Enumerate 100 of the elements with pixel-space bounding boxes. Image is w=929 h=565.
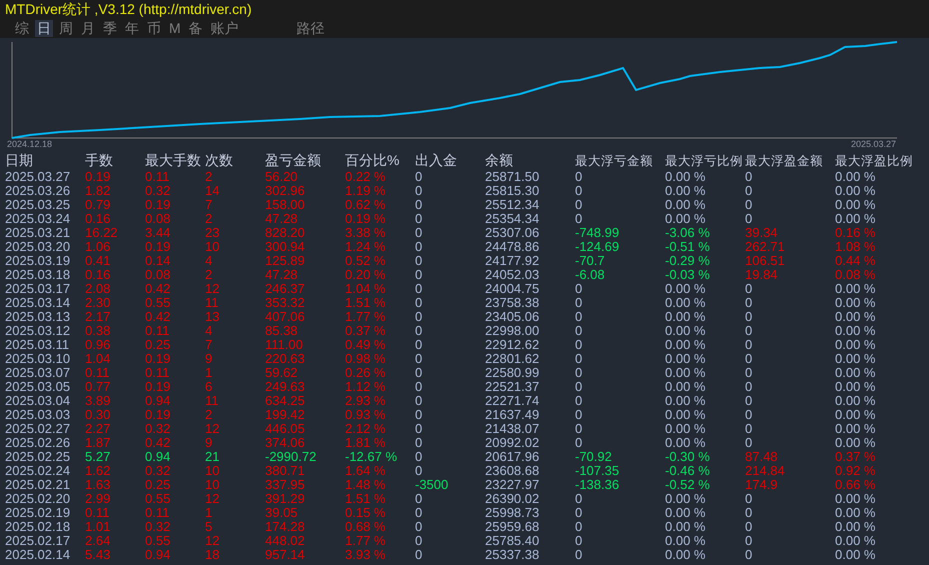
table-cell: 1 [205,365,212,380]
table-cell: 87.48 [745,449,778,464]
table-cell: 0.00 % [665,281,706,296]
tab[interactable]: 备 [186,20,205,37]
table-cell: 0 [575,197,582,212]
tab[interactable]: 日 [35,20,53,37]
table-cell: 22271.74 [485,393,540,408]
table-cell: -0.03 % [665,267,710,282]
axis-label: 2024.12.18 [7,139,52,149]
table-cell: 19.84 [745,267,778,282]
table-cell: 111.00 [265,337,303,352]
table-cell: 23227.97 [485,477,540,492]
tab[interactable]: 路径 [294,20,327,37]
table-cell: 448.02 [265,533,305,548]
table-cell: 0.42 [145,281,170,296]
table-cell: 2025.03.10 [5,351,70,366]
table-cell: 2025.02.19 [5,505,70,520]
table-cell: 0.38 [85,323,110,338]
table-cell: 0 [415,351,422,366]
table-cell: 2025.03.14 [5,295,70,310]
table-cell: 10 [205,463,220,478]
tab[interactable]: 币 [145,20,163,37]
table-cell: 0.79 [85,197,110,212]
table-cell: 0 [745,337,752,352]
table-cell: 7 [205,337,212,352]
table-cell: 0 [745,519,752,534]
table-cell: 0.25 [145,337,170,352]
table-cell: 3.38 % [345,225,386,240]
table-cell: 0.11 [145,505,170,520]
column-header: 最大浮盈金额 [745,154,823,168]
column-header: 余额 [485,152,513,168]
table-cell: 56.20 [265,169,298,184]
tab[interactable]: 周 [57,20,75,37]
table-cell: 0 [745,183,752,198]
table-cell: 634.25 [265,393,305,408]
table-cell: 0.00 % [835,491,876,506]
table-cell: -0.29 % [665,253,710,268]
table-cell: 0.42 [145,309,170,324]
table-cell: 0.19 [145,407,170,422]
table-cell: 0.00 % [665,169,706,184]
table-cell: 174.28 [265,519,305,534]
table-cell: 0 [575,407,582,422]
table-cell: 23608.68 [485,463,540,478]
table-cell: 0 [415,463,422,478]
table-cell: 0.19 [145,239,170,254]
table-cell: 0 [415,449,422,464]
table-cell: 957.14 [265,547,305,562]
table-cell: 2025.03.07 [5,365,70,380]
table-cell: 25815.30 [485,183,540,198]
column-header: 日期 [5,152,33,168]
table-cell: 0.00 % [835,519,876,534]
table-cell: 0.00 % [665,323,706,338]
table-cell: 0 [415,421,422,436]
table-cell: 0.16 [85,211,110,226]
table-cell: 2 [205,407,212,422]
table-cell: 0.96 [85,337,110,352]
table-cell: 22998.00 [485,323,540,338]
table-cell: 1.04 % [345,281,386,296]
tab[interactable]: 账户 [208,20,241,37]
table-cell: 0.11 [85,365,110,380]
table-cell: 0 [575,337,582,352]
tab[interactable]: 季 [101,20,119,37]
table-cell: 1.87 [85,435,110,450]
table-cell: 0 [415,281,422,296]
table-cell: 0.16 % [835,225,876,240]
table-cell: 24177.92 [485,253,540,268]
table-cell: 2025.02.21 [5,477,70,492]
table-cell: 2.93 % [345,393,386,408]
table-cell: 0.32 [145,183,170,198]
table-cell: 2025.02.14 [5,547,70,562]
table-cell: 2.30 [85,295,110,310]
table-cell: 11 [205,295,218,310]
table-cell: 0.11 [145,365,170,380]
table-cell: 353.32 [265,295,305,310]
table-cell: 0 [745,295,752,310]
window-title: MTDriver统计 ,V3.12 (http://mtdriver.cn) [5,0,252,19]
table-cell: 1.77 % [345,533,386,548]
table-cell: 0.94 [145,547,170,562]
table-cell: 11 [205,393,218,408]
table-cell: 0.19 [145,197,170,212]
table-cell: 0 [575,295,582,310]
table-cell: 0.93 % [345,407,386,422]
table-cell: 0.92 % [835,463,876,478]
table-cell: 0.00 % [835,281,876,296]
table-cell: 0.00 % [665,365,706,380]
table-cell: 0 [415,253,422,268]
table-cell: 26390.02 [485,491,540,506]
tab[interactable]: 月 [79,20,97,37]
table-cell: 2025.02.27 [5,421,70,436]
table-cell: 0.19 [145,379,170,394]
table-cell: 13 [205,309,220,324]
table-cell: 2025.02.17 [5,533,70,548]
tab[interactable]: M [167,20,183,37]
table-cell: 47.28 [265,267,298,282]
column-header: 出入金 [415,152,457,168]
tab[interactable]: 综 [13,20,31,37]
table-cell: 24478.86 [485,239,540,254]
tab[interactable]: 年 [123,20,141,37]
column-header: 最大手数 [145,152,201,168]
table-cell: 0 [575,183,582,198]
